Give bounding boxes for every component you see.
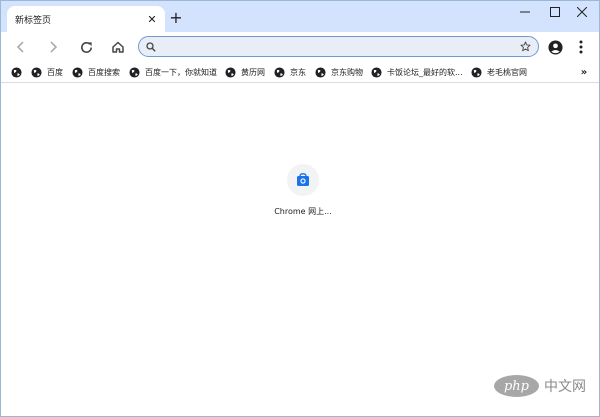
menu-icon[interactable] [570,36,592,58]
bookmark-label: 百度一下，你就知道 [145,67,217,77]
bookmark-item[interactable]: 百度 [31,63,63,81]
globe-icon [315,66,326,78]
star-icon[interactable] [516,38,534,56]
bookmark-item[interactable]: 百度一下，你就知道 [129,63,217,81]
bookmark-label: 百度 [47,67,63,77]
watermark: php 中文网 [494,373,586,399]
tab-strip: 新标签页 ✕ + [1,1,599,32]
bookmark-label: 老毛桃官网 [487,67,527,77]
globe-icon [274,66,285,78]
bookmark-item[interactable] [11,63,27,81]
bookmark-item[interactable]: 黄历网 [225,63,265,81]
profile-icon[interactable] [544,36,566,58]
globe-icon [129,66,140,78]
forward-icon[interactable] [42,36,64,58]
bookmark-label: 黄历网 [241,67,265,77]
bookmark-label: 百度搜索 [88,67,120,77]
globe-icon [471,66,482,78]
bookmark-item[interactable]: 老毛桃官网 [471,63,527,81]
bookmark-label: 京东购物 [331,67,363,77]
shortcut-label: Chrome 网上... [274,207,332,216]
search-icon [142,38,160,56]
reload-icon[interactable] [75,36,97,58]
shortcut-icon-circle [287,164,319,196]
watermark-text: 中文网 [544,379,586,395]
bookmark-label: 卡饭论坛_最好的软... [387,67,463,77]
bookmark-item[interactable]: 卡饭论坛_最好的软... [371,63,463,81]
close-icon[interactable] [563,1,599,23]
bookmark-label: 京东 [290,67,306,77]
address-input[interactable] [160,37,516,56]
globe-icon [225,66,236,78]
home-icon[interactable] [107,36,129,58]
watermark-logo: php [494,375,539,397]
bookmark-item[interactable]: 百度搜索 [72,63,120,81]
new-tab-button[interactable]: + [167,9,185,27]
tab-title: 新标签页 [15,15,52,26]
globe-icon [11,66,22,78]
back-icon[interactable] [10,36,32,58]
tab-new-tab[interactable]: 新标签页 ✕ [7,6,165,32]
tab-close-icon[interactable]: ✕ [144,11,160,27]
shortcut-tile[interactable]: Chrome 网上... [272,164,334,228]
globe-icon [72,66,83,78]
globe-icon [31,66,42,78]
bookmarks-bar: 百度 百度搜索 百度一下，你就知道 黄历网 京东 京东购物 卡饭论坛_最好的软.… [1,61,599,83]
web-store-icon [297,173,309,186]
address-bar[interactable] [138,36,539,57]
browser-window: 新标签页 ✕ + 百度 百度搜索 百度一下，你就知道 黄历网 京东 京东购物 卡… [0,0,600,417]
bookmarks-overflow-button[interactable]: » [575,63,593,81]
bookmark-item[interactable]: 京东 [274,63,306,81]
new-tab-page: Chrome 网上... [1,84,599,416]
globe-icon [371,66,382,78]
bookmark-item[interactable]: 京东购物 [315,63,363,81]
toolbar [1,32,599,61]
